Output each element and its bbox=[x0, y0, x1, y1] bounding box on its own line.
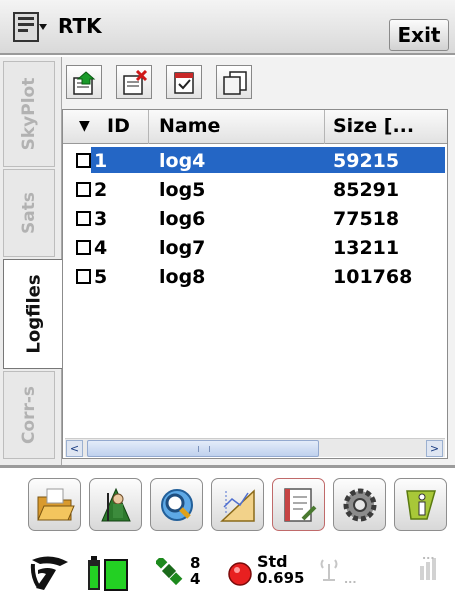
scroll-left-button[interactable]: < bbox=[66, 440, 83, 457]
cell-name: log5 bbox=[159, 179, 206, 201]
tab-corrections[interactable]: Corr-s bbox=[3, 371, 55, 459]
exit-button[interactable]: Exit bbox=[389, 19, 449, 51]
tab-label: SkyPlot bbox=[19, 77, 39, 151]
column-header-name[interactable]: Name bbox=[149, 110, 325, 144]
cell-size: 77518 bbox=[333, 208, 400, 230]
horizontal-scrollbar[interactable]: < > bbox=[65, 438, 445, 457]
cell-name: log7 bbox=[159, 237, 206, 259]
scroll-right-button[interactable]: > bbox=[426, 440, 443, 457]
cell-id: 3 bbox=[94, 208, 108, 230]
row-checkbox[interactable] bbox=[76, 269, 91, 284]
tab-skyplot[interactable]: SkyPlot bbox=[3, 61, 55, 167]
title-bar: RTK Exit bbox=[0, 0, 455, 55]
tab-label: Logfiles bbox=[23, 274, 44, 354]
sats-used: 8 bbox=[190, 554, 201, 572]
cad-drawing-button[interactable] bbox=[211, 478, 264, 531]
cell-name: log4 bbox=[159, 150, 206, 172]
cell-name: log6 bbox=[159, 208, 206, 230]
column-header-id[interactable]: ▼ ID bbox=[63, 110, 149, 144]
tab-label: Corr-s bbox=[19, 385, 39, 445]
list-header: ▼ ID Name Size [... bbox=[63, 110, 447, 144]
notebook-button[interactable] bbox=[272, 478, 325, 531]
app-title: RTK bbox=[58, 14, 102, 38]
cell-size: 59215 bbox=[333, 150, 400, 172]
survey-button[interactable] bbox=[89, 478, 142, 531]
delete-log-button[interactable] bbox=[116, 65, 152, 99]
tab-label: Sats bbox=[19, 192, 39, 234]
cell-id: 5 bbox=[94, 266, 108, 288]
row-checkbox[interactable] bbox=[76, 211, 91, 226]
cell-size: 13211 bbox=[333, 237, 400, 259]
satellite-icon bbox=[154, 555, 184, 592]
upload-log-button[interactable] bbox=[66, 65, 102, 99]
table-row[interactable]: 4 log7 13211 bbox=[63, 233, 447, 262]
row-checkbox[interactable] bbox=[76, 240, 91, 255]
row-checkbox[interactable] bbox=[76, 153, 91, 168]
cell-id: 4 bbox=[94, 237, 108, 259]
cell-id: 2 bbox=[94, 179, 108, 201]
row-checkbox[interactable] bbox=[76, 182, 91, 197]
column-header-size[interactable]: Size [... bbox=[325, 110, 447, 144]
status-bar: 8 4 Std 0.695 ... ... bbox=[0, 548, 455, 604]
search-button[interactable] bbox=[150, 478, 203, 531]
info-button[interactable] bbox=[394, 478, 447, 531]
tab-strip: SkyPlot Sats Logfiles Corr-s bbox=[0, 57, 63, 465]
radio-antenna-icon bbox=[318, 556, 340, 586]
open-folder-button[interactable] bbox=[28, 478, 81, 531]
table-row[interactable]: 3 log6 77518 bbox=[63, 204, 447, 233]
rover-icon bbox=[30, 556, 70, 596]
cell-size: 85291 bbox=[333, 179, 400, 201]
sort-down-icon: ▼ bbox=[79, 118, 90, 134]
scrollbar-thumb[interactable] bbox=[87, 440, 319, 457]
tab-sats[interactable]: Sats bbox=[3, 169, 55, 257]
table-row[interactable]: 1 log4 59215 bbox=[63, 146, 447, 175]
column-header-label: Name bbox=[159, 115, 221, 137]
tab-logfiles[interactable]: Logfiles bbox=[3, 259, 63, 369]
start-menu-icon[interactable] bbox=[13, 12, 47, 42]
copy-log-button[interactable] bbox=[216, 65, 252, 99]
scrollbar-grip bbox=[198, 446, 210, 452]
battery-icon bbox=[87, 554, 129, 598]
bottom-toolbar: 8 4 Std 0.695 ... ... bbox=[0, 468, 455, 604]
logfile-list: ▼ ID Name Size [... 1 log4 59215 2 log5 … bbox=[62, 109, 448, 459]
cell-name: log8 bbox=[159, 266, 206, 288]
column-header-label: ID bbox=[107, 115, 130, 137]
column-header-label: Size [... bbox=[333, 115, 415, 137]
sats-visible: 4 bbox=[190, 570, 201, 588]
solution-status-icon bbox=[226, 560, 254, 592]
settings-button[interactable] bbox=[333, 478, 386, 531]
logfiles-panel: ▼ ID Name Size [... 1 log4 59215 2 log5 … bbox=[62, 57, 455, 465]
radio-status-text: ... bbox=[344, 573, 357, 586]
table-row[interactable]: 2 log5 85291 bbox=[63, 175, 447, 204]
table-row[interactable]: 5 log8 101768 bbox=[63, 262, 447, 291]
solution-label: Std bbox=[257, 552, 288, 571]
signal-status-text: ... bbox=[422, 549, 435, 562]
cell-id: 1 bbox=[94, 150, 108, 172]
cell-size: 101768 bbox=[333, 266, 413, 288]
solution-value: 0.695 bbox=[257, 569, 305, 587]
check-log-button[interactable] bbox=[166, 65, 202, 99]
